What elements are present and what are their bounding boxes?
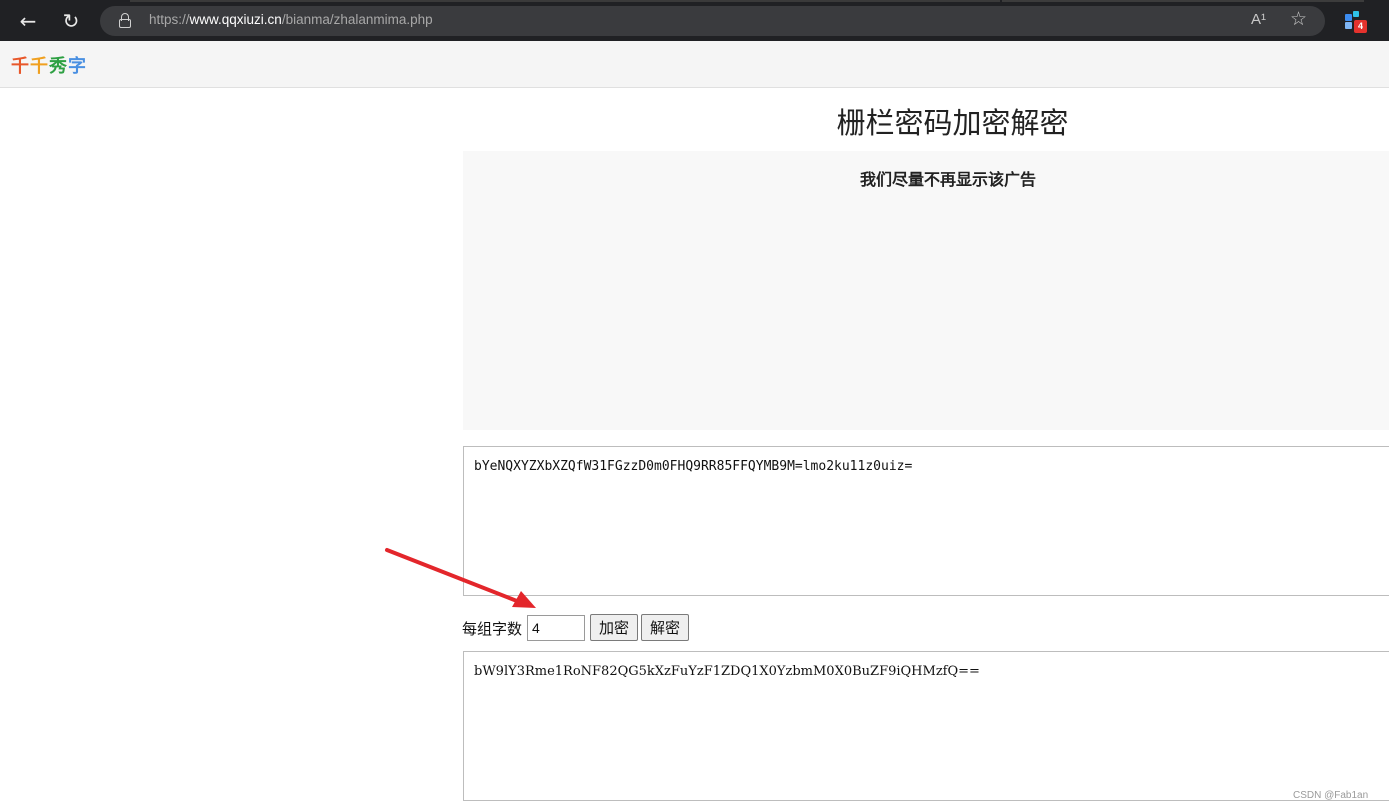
group-size-input[interactable] <box>527 615 585 641</box>
address-bar[interactable]: https://www.qqxiuzi.cn/bianma/zhalanmima… <box>100 6 1325 36</box>
ciphertext-input[interactable]: bYeNQXYZXbXZQfW31FGzzD0m0FHQ9RR85FFQYMB9… <box>463 446 1389 596</box>
page-title: 栅栏密码加密解密 <box>836 106 1069 140</box>
lock-icon[interactable] <box>119 13 131 28</box>
url-text[interactable]: https://www.qqxiuzi.cn/bianma/zhalanmima… <box>149 12 433 27</box>
result-output[interactable]: bW9lY3Rme1RoNF82QG5kXzFuYzF1ZDQ1X0YzbmM0… <box>463 651 1389 801</box>
ad-notice[interactable]: 我们尽量不再显示该广告 <box>860 166 1036 190</box>
site-logo[interactable]: 千千秀字 <box>11 52 87 78</box>
ad-container: 我们尽量不再显示该广告 <box>463 151 1389 430</box>
extension-badge: 4 <box>1354 20 1367 33</box>
back-arrow-icon[interactable]: ← <box>15 8 41 34</box>
encrypt-button[interactable]: 加密 <box>590 614 638 641</box>
extension-icon[interactable]: 4 <box>1345 11 1367 33</box>
browser-toolbar: ← ↻ https://www.qqxiuzi.cn/bianma/zhalan… <box>0 0 1389 41</box>
read-aloud-icon[interactable]: A¹ <box>1251 11 1266 28</box>
decrypt-button[interactable]: 解密 <box>641 614 689 641</box>
logo-char-1: 千 <box>11 56 30 77</box>
annotation-arrow-icon <box>385 548 536 608</box>
tab-strip-edge <box>130 0 1000 2</box>
site-header: 千千秀字 <box>0 41 1389 88</box>
watermark: CSDN @Fab1an <box>1293 790 1369 801</box>
logo-char-3: 秀 <box>49 56 68 77</box>
group-size-label: 每组字数 <box>462 620 523 638</box>
url-prefix: https:// <box>149 12 190 27</box>
logo-char-4: 字 <box>68 56 87 77</box>
favorite-star-icon[interactable]: ☆ <box>1290 8 1307 30</box>
refresh-icon[interactable]: ↻ <box>58 8 84 34</box>
arrow-shaft <box>385 548 524 605</box>
url-host: www.qqxiuzi.cn <box>189 12 282 27</box>
tab-strip-edge <box>1002 0 1364 2</box>
url-path: /bianma/zhalanmima.php <box>281 12 433 27</box>
logo-char-2: 千 <box>30 56 49 77</box>
